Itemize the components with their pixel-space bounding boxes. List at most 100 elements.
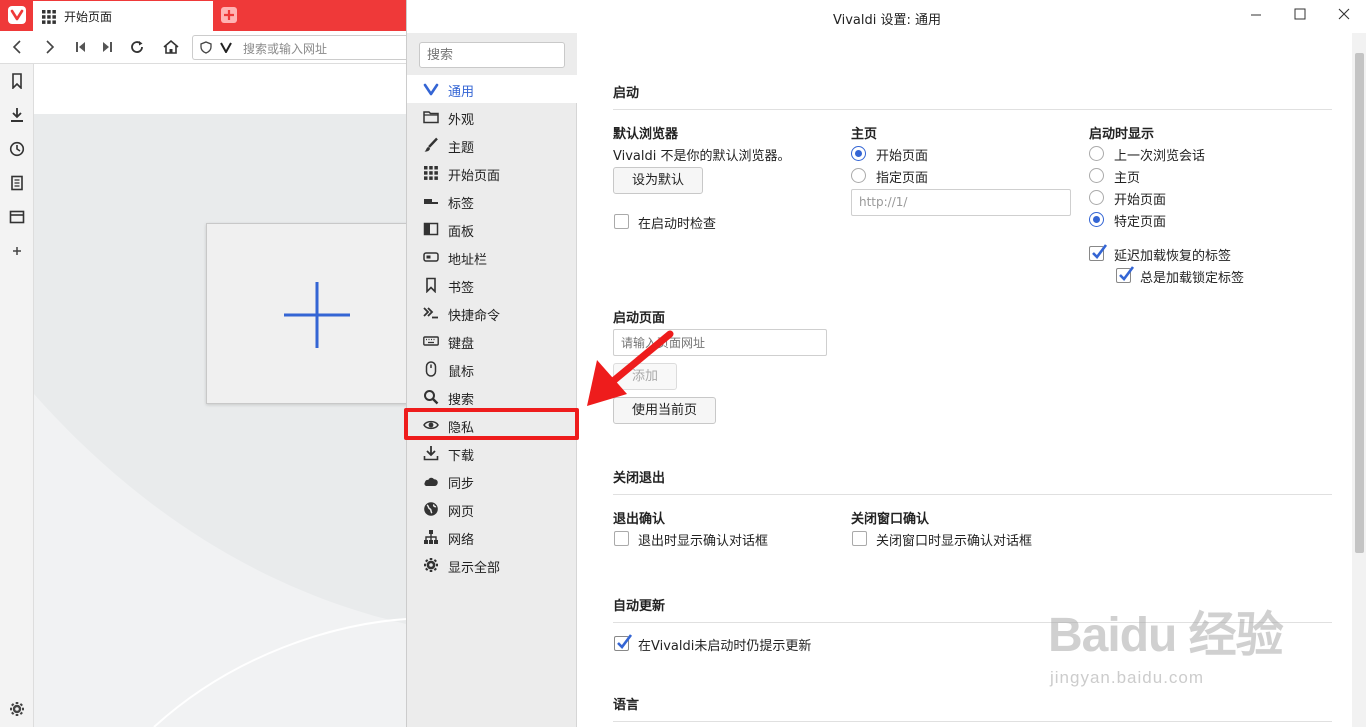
cloud-icon <box>423 473 439 489</box>
section-heading-startup: 启动 <box>613 86 640 101</box>
quit-confirm-checkbox[interactable] <box>614 531 629 546</box>
tabs-icon <box>423 193 439 209</box>
check-on-startup-label: 在启动时检查 <box>638 217 717 232</box>
nav-item-bookmarks[interactable]: 书签 <box>407 271 577 299</box>
eye-icon <box>423 417 439 433</box>
home-icon[interactable] <box>162 39 179 55</box>
history-icon[interactable] <box>9 141 25 157</box>
reload-icon[interactable] <box>129 39 145 55</box>
vivaldi-menu-icon[interactable] <box>8 6 26 24</box>
startup-page-url-input[interactable] <box>613 329 827 356</box>
add-panel-icon[interactable] <box>9 243 25 259</box>
settings-scrollbar[interactable] <box>1352 33 1366 727</box>
rewind-icon[interactable] <box>73 39 89 55</box>
section-heading-exit: 关闭退出 <box>613 471 666 486</box>
nav-item-network[interactable]: 网络 <box>407 523 577 551</box>
always-load-pinned-checkbox[interactable] <box>1116 266 1135 283</box>
section-heading-updates: 自动更新 <box>613 599 666 614</box>
download-icon[interactable] <box>9 107 25 123</box>
nav-item-general[interactable]: 通用 <box>407 75 577 103</box>
panel-icon <box>423 221 439 237</box>
vivaldi-icon <box>423 81 439 97</box>
nav-item-label: 主题 <box>448 141 475 156</box>
nav-item-privacy[interactable]: 隐私 <box>407 411 577 439</box>
add-startup-page-button[interactable]: 添加 <box>613 363 677 390</box>
nav-item-webpages[interactable]: 网页 <box>407 495 577 523</box>
network-icon <box>423 529 439 545</box>
nav-item-tabs[interactable]: 标签 <box>407 187 577 215</box>
nav-item-themes[interactable]: 主题 <box>407 131 577 159</box>
bookmark-icon <box>423 277 439 293</box>
plus-icon <box>284 282 350 348</box>
set-default-button[interactable]: 设为默认 <box>613 167 703 194</box>
homepage-specific-page-radio[interactable] <box>851 168 866 183</box>
nav-item-label: 地址栏 <box>448 253 488 268</box>
close-window-confirm-label: 关闭窗口时显示确认对话框 <box>876 534 1033 549</box>
folder-icon <box>423 109 439 125</box>
url-input[interactable]: 搜索或输入网址 <box>192 35 406 60</box>
back-icon[interactable] <box>9 39 25 55</box>
nav-item-panel[interactable]: 面板 <box>407 215 577 243</box>
maximize-icon <box>1294 8 1306 20</box>
nav-item-show-all[interactable]: 显示全部 <box>407 551 577 579</box>
update-notify-label: 在Vivaldi未启动时仍提示更新 <box>638 639 812 654</box>
homepage-option-label: 指定页面 <box>876 171 929 186</box>
startup-start-page-radio[interactable] <box>1089 190 1104 205</box>
nav-item-address-bar[interactable]: 地址栏 <box>407 243 577 271</box>
nav-item-label: 网络 <box>448 533 475 548</box>
forward-icon[interactable] <box>42 39 58 55</box>
lazy-load-checkbox[interactable] <box>1089 244 1108 261</box>
quit-confirm-label: 退出时显示确认对话框 <box>638 534 769 549</box>
section-divider <box>613 721 1332 722</box>
nav-item-keyboard[interactable]: 键盘 <box>407 327 577 355</box>
check-on-startup-checkbox[interactable] <box>614 214 629 229</box>
settings-search-area <box>407 33 577 77</box>
add-speed-dial-tile[interactable] <box>206 223 406 404</box>
browser-window: 开始页面 搜索或输入网址 <box>0 0 406 727</box>
nav-item-label: 面板 <box>448 225 475 240</box>
startup-option-label: 主页 <box>1114 171 1141 186</box>
close-button[interactable] <box>1322 0 1366 30</box>
nav-item-label: 标签 <box>448 197 475 212</box>
homepage-start-page-radio[interactable] <box>851 146 866 161</box>
url-placeholder: 搜索或输入网址 <box>243 42 328 56</box>
close-window-confirm-checkbox[interactable] <box>852 531 867 546</box>
nav-item-sync[interactable]: 同步 <box>407 467 577 495</box>
bookmark-icon[interactable] <box>9 73 25 89</box>
homepage-url-field[interactable]: http://1/ <box>851 189 1071 216</box>
settings-nav: 通用 外观 主题 开始页面 标签 面板 地址栏 <box>404 33 579 727</box>
nav-item-start-page[interactable]: 开始页面 <box>407 159 577 187</box>
maximize-button[interactable] <box>1278 0 1322 30</box>
nav-item-mouse[interactable]: 鼠标 <box>407 355 577 383</box>
tab-start-page[interactable]: 开始页面 <box>33 1 213 31</box>
startup-option-label: 开始页面 <box>1114 193 1167 208</box>
nav-item-appearance[interactable]: 外观 <box>407 103 577 131</box>
address-bar-icon <box>423 249 439 265</box>
tab-bar: 开始页面 <box>0 0 406 31</box>
nav-item-label: 隐私 <box>448 421 475 436</box>
on-startup-title: 启动时显示 <box>1089 127 1155 142</box>
gear-icon <box>423 557 439 573</box>
startup-option-label: 特定页面 <box>1114 215 1167 230</box>
fast-forward-icon[interactable] <box>99 39 115 55</box>
minimize-button[interactable] <box>1234 0 1278 30</box>
startup-homepage-radio[interactable] <box>1089 168 1104 183</box>
window-panel-icon[interactable] <box>9 209 25 225</box>
startup-pages-title: 启动页面 <box>613 311 666 326</box>
notes-icon[interactable] <box>9 175 25 191</box>
keyboard-icon <box>423 333 439 349</box>
nav-item-quick-commands[interactable]: 快捷命令 <box>407 299 577 327</box>
scroll-thumb[interactable] <box>1355 53 1364 553</box>
settings-gear-icon[interactable] <box>9 701 25 717</box>
settings-search-input[interactable] <box>419 42 565 68</box>
startup-last-session-radio[interactable] <box>1089 146 1104 161</box>
nav-item-label: 网页 <box>448 505 475 520</box>
download-icon <box>423 445 439 461</box>
use-current-page-button[interactable]: 使用当前页 <box>613 397 716 424</box>
new-tab-button[interactable] <box>221 7 237 23</box>
nav-item-search[interactable]: 搜索 <box>407 383 577 411</box>
startup-specific-pages-radio[interactable] <box>1089 212 1104 227</box>
title-bar: Vivaldi 设置: 通用 <box>407 0 1366 33</box>
update-notify-checkbox[interactable] <box>614 634 633 651</box>
nav-item-downloads[interactable]: 下载 <box>407 439 577 467</box>
